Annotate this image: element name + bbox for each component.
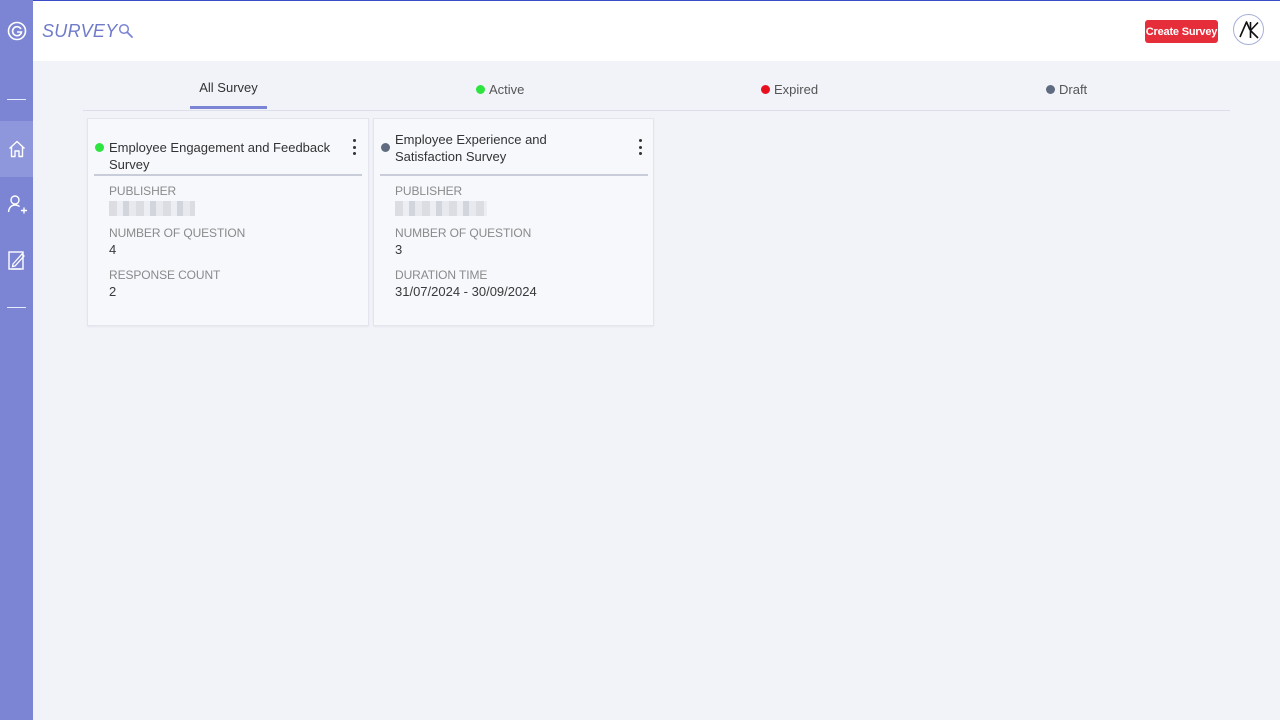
publisher-label: PUBLISHER [395, 184, 463, 198]
app-logo-icon[interactable] [6, 20, 27, 41]
sidebar-item-edit[interactable] [0, 232, 33, 288]
question-count-label: NUMBER OF QUESTION [109, 226, 246, 240]
publisher-value-redacted [109, 201, 195, 216]
draft-status-dot [1046, 84, 1055, 94]
sidebar-divider [7, 99, 26, 100]
more-options-icon[interactable] [346, 137, 362, 157]
more-options-icon[interactable] [632, 137, 648, 157]
response-count-value: 2 [109, 284, 117, 299]
sidebar [0, 0, 33, 720]
survey-card-header: Employee Engagement and Feedback Survey [94, 119, 362, 176]
tab-draft[interactable]: Draft [1046, 69, 1087, 109]
sidebar-item-home[interactable] [0, 121, 33, 177]
survey-card[interactable]: Employee Engagement and Feedback Survey … [87, 118, 369, 326]
avatar[interactable] [1233, 14, 1264, 45]
sidebar-divider [7, 307, 26, 308]
tab-expired[interactable]: Expired [761, 69, 818, 109]
tab-label: All Survey [199, 80, 258, 95]
top-header: SURVEY Create Survey [33, 1, 1280, 61]
publisher-value-redacted [395, 201, 487, 216]
publisher-label: PUBLISHER [109, 184, 177, 198]
search-icon[interactable] [118, 23, 134, 39]
add-user-icon [7, 195, 27, 214]
expired-status-dot [761, 84, 770, 94]
survey-card-header: Employee Experience and Satisfaction Sur… [380, 119, 648, 176]
status-dot [381, 143, 390, 152]
survey-card[interactable]: Employee Experience and Satisfaction Sur… [373, 118, 654, 326]
sidebar-item-users[interactable] [0, 176, 33, 232]
question-count-value: 4 [109, 242, 117, 257]
edit-document-icon [7, 251, 25, 270]
question-count-label: NUMBER OF QUESTION [395, 226, 532, 240]
tab-active[interactable]: Active [476, 69, 524, 109]
survey-filter-tabs: All Survey Active Expired Draft [83, 69, 1230, 111]
status-dot [95, 143, 104, 152]
create-survey-button[interactable]: Create Survey [1145, 20, 1218, 43]
tab-label: Expired [774, 81, 819, 97]
survey-title: Employee Engagement and Feedback Survey [109, 140, 331, 172]
tab-label: Draft [1059, 81, 1088, 97]
page-title: SURVEY [42, 21, 118, 41]
survey-title: Employee Experience and Satisfaction Sur… [395, 132, 547, 164]
avatar-monogram [1238, 20, 1259, 39]
active-status-dot [476, 84, 485, 94]
tab-label: Active [489, 81, 525, 97]
duration-label: DURATION TIME [395, 268, 488, 282]
response-count-label: RESPONSE COUNT [109, 268, 221, 282]
duration-value: 31/07/2024 - 30/09/2024 [395, 284, 537, 299]
tab-all-survey[interactable]: All Survey [190, 69, 267, 109]
question-count-value: 3 [395, 242, 403, 257]
home-icon [8, 140, 25, 158]
